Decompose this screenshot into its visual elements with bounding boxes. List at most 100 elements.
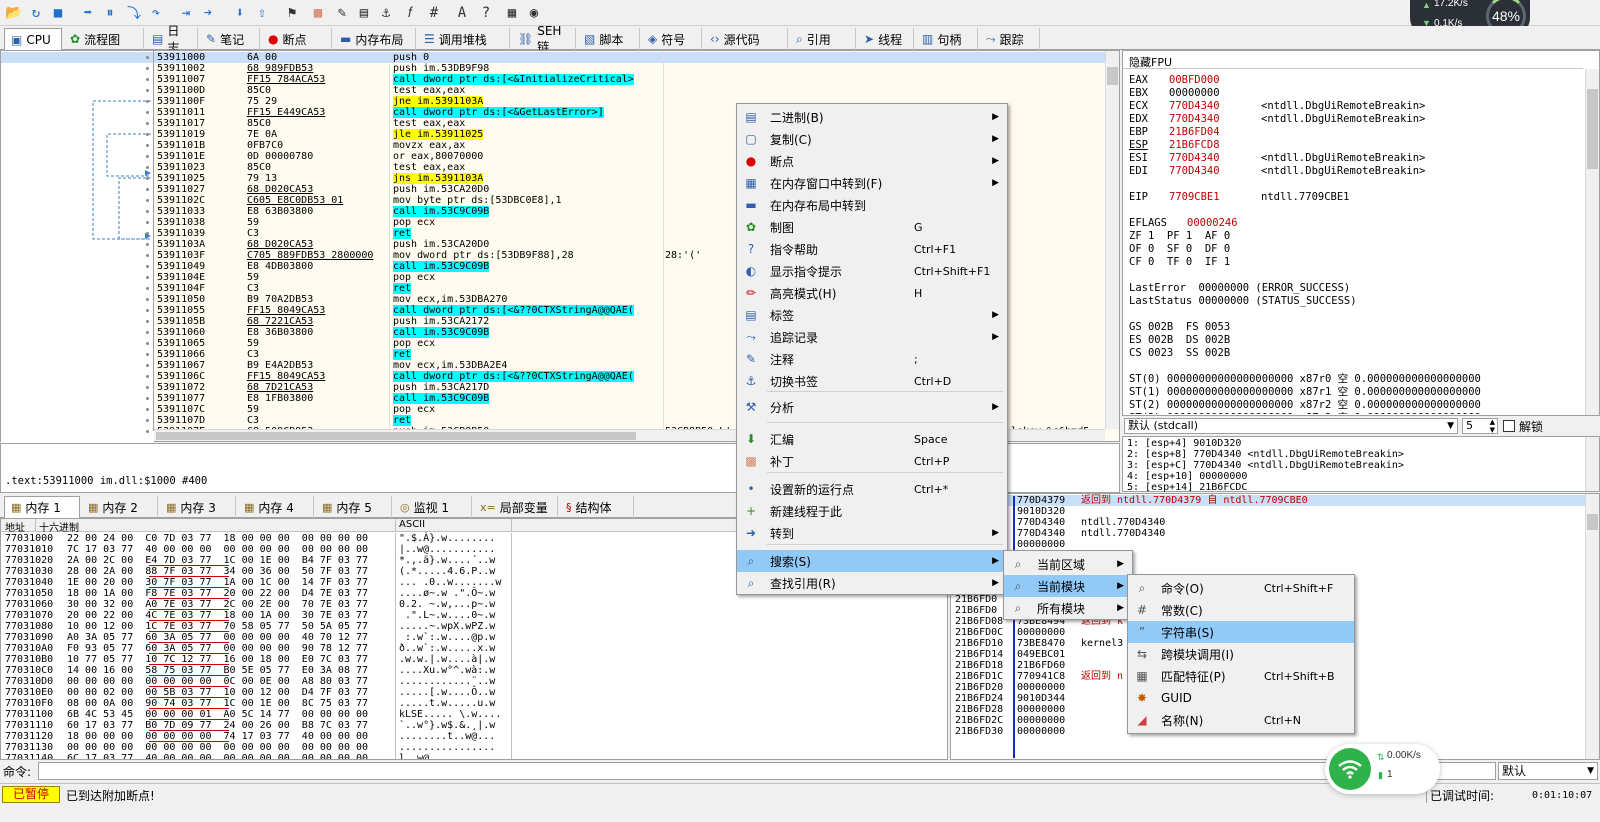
dump-tab[interactable]: ▦ 内存 5 — [316, 496, 392, 518]
stack-row[interactable]: 770D4340 ntdll.770D4340 — [951, 517, 1587, 528]
call-argument-row[interactable]: 1: [esp+4] 9010D320 — [1127, 438, 1404, 449]
bp-marker-icon[interactable] — [146, 67, 149, 70]
eflags-row[interactable]: EFLAGS 00000246 — [1129, 217, 1569, 230]
flags-row[interactable]: CF 0 TF 0 IF 1 — [1129, 256, 1230, 269]
bp-marker-icon[interactable] — [146, 254, 149, 257]
submenu-item[interactable]: ⌕ 所有模块 ▶ — [1004, 597, 1132, 619]
menu-item-trace[interactable]: ⤳ 追踪记录 ▶ — [737, 326, 1007, 348]
disasm-row[interactable]: 53911000 6A 00 push 0 — [1, 52, 1105, 63]
bp-marker-icon[interactable] — [146, 210, 149, 213]
bp-marker-icon[interactable] — [146, 419, 149, 422]
tab-call-stack[interactable]: ☰ 调用堆栈 — [418, 28, 510, 50]
bp-marker-icon[interactable] — [146, 232, 149, 235]
dump-tab[interactable]: ▦ 内存 1 — [4, 496, 80, 518]
command-mode-select[interactable]: 默认 ▼ — [1498, 762, 1598, 780]
step-over-icon[interactable]: ↷ — [146, 3, 166, 23]
bp-marker-icon[interactable] — [146, 111, 149, 114]
tab-script[interactable]: ▧ 脚本 — [578, 28, 640, 50]
stack-row[interactable]: 9010D320 — [951, 506, 1587, 517]
args-scrollbar[interactable] — [1585, 437, 1599, 491]
tab-notes[interactable]: ✎ 笔记 — [200, 28, 260, 50]
bp-marker-icon[interactable] — [146, 144, 149, 147]
call-argument-row[interactable]: 4: [esp+10] 00000000 — [1127, 471, 1404, 482]
restart-icon[interactable]: ↻ — [26, 3, 46, 23]
submenu-item[interactable]: ⌕ 当前区域 ▶ — [1004, 553, 1132, 575]
dump-row[interactable]: 77031110 60 17 03 77 B0 7D 09 77 24 00 26… — [1, 720, 947, 731]
submenu-item-names[interactable]: ◢ 名称(N) Ctrl+N — [1128, 709, 1354, 731]
tab-graph[interactable]: ✿ 流程图 — [64, 28, 144, 50]
bp-marker-icon[interactable] — [146, 199, 149, 202]
tab-threads[interactable]: ➤ 线程 — [858, 28, 914, 50]
menu-item-goto[interactable]: ➜ 转到 ▶ — [737, 522, 1007, 544]
dump-row[interactable]: 770310B0 10 77 05 77 10 7C 12 77 16 00 18… — [1, 654, 947, 665]
tab-source[interactable]: ‹› 源代码 — [704, 28, 788, 50]
menu-item-breakpoint[interactable]: ● 断点 ▶ — [737, 150, 1007, 172]
menu-item-new-origin[interactable]: • 设置新的运行点 Ctrl+* — [737, 478, 1007, 500]
register-row[interactable]: ESI 770D4340 <ntdll.DbgUiRemoteBreakin> — [1129, 152, 1569, 165]
dump-row[interactable]: 77031120 18 00 00 00 00 00 00 00 74 17 03… — [1, 731, 947, 742]
dump-row[interactable]: 77031100 6B 4C 53 45 00 00 00 01 A0 5C 14… — [1, 709, 947, 720]
bookmark-icon[interactable]: ⚓ — [376, 3, 396, 23]
execute-till-return-icon[interactable]: ⬇ — [230, 3, 250, 23]
submenu-item-guid[interactable]: ✸ GUID — [1128, 687, 1354, 709]
bp-marker-icon[interactable] — [146, 56, 149, 59]
label-icon[interactable]: ▤ — [354, 3, 374, 23]
submenu-item[interactable]: ⌕ 当前模块 ▶ — [1004, 575, 1132, 597]
dump-tab[interactable]: § 结构体 — [560, 496, 634, 518]
bp-marker-icon[interactable] — [146, 386, 149, 389]
menu-item-new-thread[interactable]: + 新建线程于此 — [737, 500, 1007, 522]
call-argument-row[interactable]: 2: [esp+8] 770D4340 <ntdll.DbgUiRemoteBr… — [1127, 449, 1404, 460]
register-row[interactable]: EDI 770D4340 <ntdll.DbgUiRemoteBreakin> — [1129, 165, 1569, 178]
step-into-icon[interactable]: ⤵ — [124, 3, 144, 23]
unlock-checkbox[interactable] — [1503, 420, 1515, 432]
menu-item-highlight[interactable]: ✏ 高亮模式(H) H — [737, 282, 1007, 304]
segment-row[interactable]: GS 002B FS 0053 — [1129, 321, 1230, 334]
register-row[interactable]: EBP 21B6FD04 — [1129, 126, 1569, 139]
disasm-row[interactable]: 53911007 FF15 784ACA53 call dword ptr ds:[… — [1, 74, 1105, 85]
dump-row[interactable]: 770310A0 F0 93 05 77 60 3A 05 77 00 00 00… — [1, 643, 947, 654]
trace-into-icon[interactable]: ➔ — [198, 3, 218, 23]
register-row-eip[interactable]: EIP 7709CBE1 ntdll.7709CBE1 — [1129, 191, 1569, 204]
submenu-item-pattern[interactable]: ▦ 匹配特征(P) Ctrl+Shift+B — [1128, 665, 1354, 687]
bp-marker-icon[interactable] — [146, 287, 149, 290]
dump-tab[interactable]: ◎ 监视 1 — [394, 496, 472, 518]
call-arguments-panel[interactable]: 1: [esp+4] 9010D320 2: [esp+8] 770D4340 <… — [1122, 436, 1600, 493]
scylla-icon[interactable]: ⚑ — [282, 3, 302, 23]
bp-marker-icon[interactable] — [146, 177, 149, 180]
tab-references[interactable]: ⌕ 引用 — [790, 28, 856, 50]
pause-icon[interactable]: ⏸ — [100, 3, 120, 23]
bp-marker-icon[interactable] — [146, 353, 149, 356]
tab-seh[interactable]: ⛓ SEH链 — [512, 24, 576, 54]
menu-item-assemble[interactable]: ⬇ 汇编 Space — [737, 428, 1007, 450]
help-icon[interactable]: ? — [476, 3, 496, 23]
open-icon[interactable]: 📂 — [4, 3, 24, 23]
fpu-st-row[interactable]: ST(0) 00000000000000000000 x87r0 空 0.000… — [1129, 373, 1481, 386]
dump-tab[interactable]: ▦ 内存 4 — [238, 496, 314, 518]
disasm-row[interactable]: 53911002 68 989FDB53 push im.53DB9F98 — [1, 63, 1105, 74]
bp-marker-icon[interactable] — [146, 375, 149, 378]
dump-row[interactable]: 770310F0 08 00 0A 00 90 74 03 77 1C 00 1E… — [1, 698, 947, 709]
submenu-item-string[interactable]: ” 字符串(S) — [1128, 621, 1354, 643]
menu-item-copy[interactable]: ▢ 复制(C) ▶ — [737, 128, 1007, 150]
hash-icon[interactable]: # — [424, 3, 444, 23]
bp-marker-icon[interactable] — [146, 78, 149, 81]
function-icon[interactable]: 𝑓 — [400, 3, 420, 23]
tab-breakpoint[interactable]: ● 断点 — [262, 28, 332, 50]
fpu-st-row[interactable]: ST(2) 00000000000000000000 x87r2 空 0.000… — [1129, 399, 1481, 412]
dump-row[interactable]: 77031080 10 00 12 00 1C 7E 03 77 70 58 05… — [1, 621, 947, 632]
dump-row[interactable]: 770310D0 00 00 00 00 00 00 00 00 0C 00 0E… — [1, 676, 947, 687]
fpu-st-row[interactable]: ST(1) 00000000000000000000 x87r1 空 0.000… — [1129, 386, 1481, 399]
dump-row[interactable]: 77031140 6C 17 03 77 40 00 00 00 00 00 00… — [1, 753, 947, 759]
flags-row[interactable]: OF 0 SF 0 DF 0 — [1129, 243, 1230, 256]
menu-item-goto-dump[interactable]: ▦ 在内存窗口中转到(F) ▶ — [737, 172, 1007, 194]
globe-icon[interactable]: ◉ — [524, 3, 544, 23]
menu-item-bookmark[interactable]: ⚓ 切换书签 Ctrl+D — [737, 370, 1007, 392]
bp-marker-icon[interactable] — [146, 100, 149, 103]
tab-symbol[interactable]: ◈ 符号 — [642, 28, 702, 50]
bp-marker-icon[interactable] — [146, 243, 149, 246]
menu-item-goto-memmap[interactable]: ▬ 在内存布局中转到 — [737, 194, 1007, 216]
bp-marker-icon[interactable] — [146, 298, 149, 301]
call-convention-select[interactable]: 默认 (stdcall) ▼ — [1124, 418, 1458, 434]
menu-item-comment[interactable]: ✎ 注释; — [737, 348, 1007, 370]
font-icon[interactable]: A — [452, 3, 472, 23]
